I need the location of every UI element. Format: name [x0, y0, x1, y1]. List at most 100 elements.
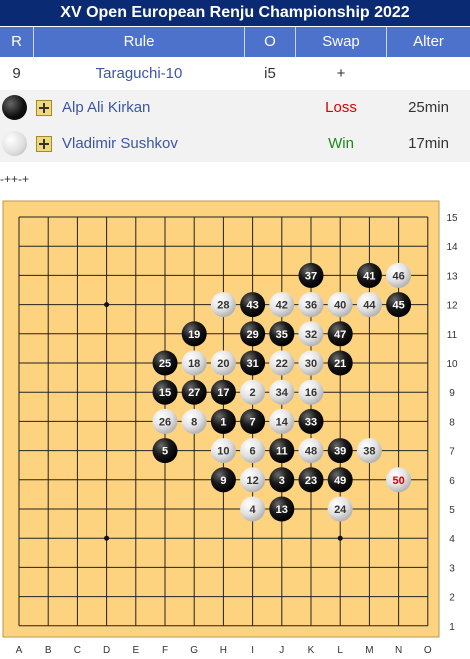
header-opening: O	[245, 27, 296, 57]
player-result: Loss	[325, 99, 357, 116]
move-number: 49	[334, 475, 346, 487]
move-number: 27	[188, 387, 200, 399]
move-number: 12	[246, 475, 258, 487]
row-label: 12	[446, 301, 458, 312]
header-swap: Swap	[296, 27, 387, 57]
move-number: 6	[250, 446, 256, 458]
opening-value: i5	[264, 65, 276, 82]
row-label: 2	[449, 593, 455, 604]
move-number: 37	[305, 270, 317, 282]
move-number: 15	[159, 387, 171, 399]
move-number: 3	[279, 475, 285, 487]
rule-value: Taraguchi-10	[95, 65, 183, 82]
black-stone-icon	[2, 95, 27, 120]
game-board[interactable]: A B C D E F G H I J K L M N O1514131211109876543211234…	[0, 198, 470, 659]
star-point	[337, 535, 343, 541]
move-number: 46	[392, 270, 404, 282]
row-label: 1	[449, 622, 455, 633]
header-alter: Alter	[413, 33, 444, 50]
move-number: 7	[250, 416, 256, 428]
move-number: 39	[334, 446, 346, 458]
move-number: 42	[276, 300, 288, 312]
player-time: 25min	[408, 99, 449, 116]
move-number: 32	[305, 329, 317, 341]
player-time: 17min	[408, 135, 449, 152]
player-name-link[interactable]: Alp Ali Kirkan	[62, 90, 150, 126]
move-number: 8	[191, 416, 197, 428]
swap-value: +	[336, 65, 346, 82]
move-number: 18	[188, 358, 200, 370]
move-number: 22	[276, 358, 288, 370]
row-label: 14	[446, 242, 458, 253]
move-number: 19	[188, 329, 200, 341]
move-number: 33	[305, 416, 317, 428]
column-label: K	[308, 645, 315, 656]
column-label: O	[424, 645, 432, 656]
move-number: 2	[250, 387, 256, 399]
move-number: 45	[392, 300, 404, 312]
column-label: C	[74, 645, 81, 656]
round-value: 9	[12, 65, 21, 82]
move-number: 26	[159, 416, 171, 428]
move-number: 1	[220, 416, 226, 428]
row-label: 13	[446, 271, 458, 282]
game-info-row: 9 Taraguchi-10 i5 +	[0, 57, 470, 90]
row-label: 9	[449, 388, 455, 399]
move-number: 14	[276, 416, 289, 428]
header-rule: Rule	[34, 27, 245, 57]
row-label: 11	[447, 330, 458, 341]
row-label: 5	[449, 505, 455, 516]
column-label: D	[103, 645, 110, 656]
move-number: 23	[305, 475, 317, 487]
board-icon[interactable]	[36, 100, 52, 116]
move-number: 13	[276, 504, 288, 516]
move-number: 4	[250, 504, 257, 516]
move-number: 48	[305, 446, 317, 458]
row-label: 3	[449, 563, 455, 574]
move-number: 31	[246, 358, 258, 370]
white-stone-icon	[2, 131, 27, 156]
move-number: 43	[246, 300, 258, 312]
move-number: 34	[276, 387, 289, 399]
column-label: B	[45, 645, 52, 656]
star-point	[104, 535, 110, 541]
column-label: H	[220, 645, 227, 656]
move-number: 28	[217, 300, 229, 312]
page-title: XV Open European Renju Championship 2022	[0, 0, 470, 26]
move-number: 20	[217, 358, 229, 370]
header-round: R	[0, 27, 34, 57]
move-number: 40	[334, 300, 346, 312]
player-name-link[interactable]: Vladimir Sushkov	[62, 126, 178, 162]
column-label: N	[395, 645, 402, 656]
move-number: 10	[217, 446, 229, 458]
column-label: F	[162, 645, 168, 656]
move-number: 41	[363, 270, 375, 282]
table-header: R Rule O Swap Alter	[0, 27, 470, 57]
column-label: L	[337, 645, 343, 656]
row-label: 10	[446, 359, 458, 370]
move-number: 17	[217, 387, 229, 399]
move-number: 35	[276, 329, 288, 341]
move-number: 25	[159, 358, 171, 370]
player-row-black: Alp Ali Kirkan Loss 25min	[0, 90, 470, 126]
move-number: 36	[305, 300, 317, 312]
move-number: 24	[334, 504, 347, 516]
move-number: 5	[162, 446, 168, 458]
row-label: 4	[449, 534, 455, 545]
player-result: Win	[328, 135, 354, 152]
move-number: 50	[392, 475, 404, 487]
column-label: M	[365, 645, 373, 656]
row-label: 15	[446, 213, 458, 224]
move-number: 21	[334, 358, 346, 370]
board-icon[interactable]	[36, 136, 52, 152]
move-number: 9	[220, 475, 226, 487]
row-label: 8	[449, 417, 455, 428]
move-number: 38	[363, 446, 375, 458]
column-label: G	[190, 645, 198, 656]
column-label: J	[279, 645, 284, 656]
row-label: 7	[449, 447, 455, 458]
column-label: I	[251, 645, 254, 656]
row-label: 6	[449, 476, 455, 487]
column-label: A	[16, 645, 23, 656]
player-row-white: Vladimir Sushkov Win 17min	[0, 126, 470, 162]
